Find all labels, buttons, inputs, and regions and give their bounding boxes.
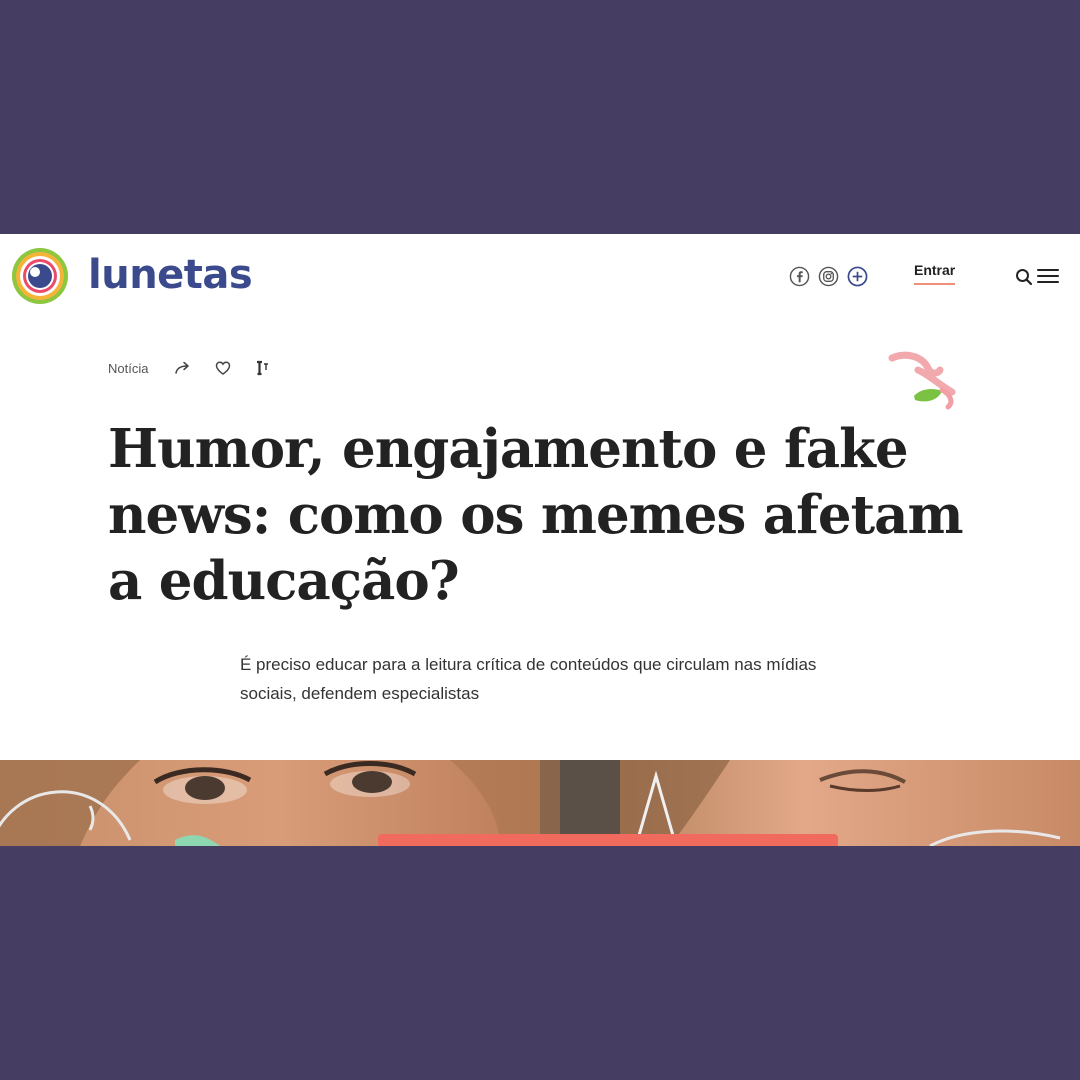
- share-icon[interactable]: [174, 359, 192, 377]
- search-icon[interactable]: [1015, 268, 1033, 286]
- hero-image: [0, 760, 1080, 846]
- article-meta: Notícia: [108, 359, 294, 377]
- article-headline: Humor, engajamento e fake news: como os …: [108, 418, 964, 612]
- text-size-icon[interactable]: [254, 359, 272, 377]
- plus-icon[interactable]: [847, 266, 868, 287]
- social-links: [789, 266, 868, 287]
- menu-icon[interactable]: [1037, 267, 1059, 285]
- facebook-icon[interactable]: [789, 266, 810, 287]
- instagram-icon[interactable]: [818, 266, 839, 287]
- logo-eye-icon: [12, 248, 68, 304]
- lunetas-logo[interactable]: lunetas: [10, 246, 253, 306]
- article-subtitle: É preciso educar para a leitura crítica …: [240, 655, 817, 703]
- heart-icon[interactable]: [214, 359, 232, 377]
- category-tag[interactable]: Notícia: [108, 361, 148, 376]
- decorative-doodle: [888, 351, 956, 410]
- logo-text: lunetas: [88, 252, 253, 298]
- article-page: lunetas Entrar Notícia Humor, engajament…: [0, 234, 1080, 846]
- login-link[interactable]: Entrar: [914, 262, 956, 285]
